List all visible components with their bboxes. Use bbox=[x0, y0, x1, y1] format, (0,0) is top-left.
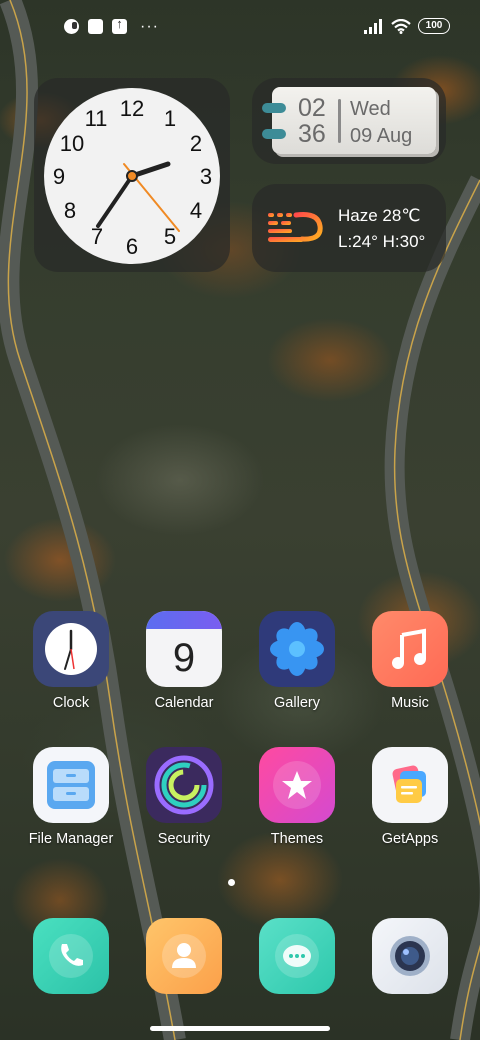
weather-temperature: 28℃ bbox=[382, 206, 421, 225]
calendar-icon: 9 bbox=[146, 611, 222, 687]
binder-ring-icon bbox=[262, 103, 286, 113]
clock-number-1: 1 bbox=[164, 106, 176, 131]
clock-number-5: 5 bbox=[164, 224, 176, 249]
clock-center bbox=[126, 170, 138, 182]
home-gesture-bar[interactable] bbox=[150, 1026, 330, 1031]
app-security[interactable]: Security bbox=[129, 747, 239, 867]
clock-icon bbox=[33, 611, 109, 687]
clock-number-2: 2 bbox=[190, 131, 202, 156]
wifi-icon bbox=[391, 18, 411, 34]
analog-clock-widget[interactable]: 12 1 2 3 4 5 6 7 8 9 10 11 bbox=[34, 78, 230, 272]
star-icon bbox=[259, 747, 335, 823]
signal-bars-icon bbox=[364, 18, 382, 34]
app-label-clock: Clock bbox=[52, 695, 90, 711]
flip-hour: 02 bbox=[298, 94, 326, 122]
clock-number-11: 11 bbox=[85, 106, 108, 131]
getapps-cards-icon bbox=[372, 747, 448, 823]
app-label-file-manager: File Manager bbox=[28, 831, 114, 847]
clock-face: 12 1 2 3 4 5 6 7 8 9 10 11 bbox=[44, 88, 220, 264]
app-getapps[interactable]: GetApps bbox=[355, 747, 465, 867]
weather-range: L:24° H:30° bbox=[338, 232, 426, 251]
flip-day: Wed bbox=[350, 98, 391, 120]
flip-divider bbox=[338, 99, 341, 143]
dock-messages[interactable] bbox=[242, 918, 352, 998]
gallery-flower-icon bbox=[259, 611, 335, 687]
app-label-security: Security bbox=[157, 831, 211, 847]
more-notifications: ··· bbox=[140, 18, 159, 35]
app-label-gallery: Gallery bbox=[274, 695, 320, 711]
flip-card: 02 36 Wed 09 Aug bbox=[272, 87, 436, 154]
weather-condition: Haze 28℃ bbox=[338, 206, 420, 226]
flip-time: 02 36 bbox=[298, 95, 326, 147]
upload-icon bbox=[112, 16, 127, 34]
clock-number-10: 10 bbox=[60, 131, 84, 156]
clock-number-6: 6 bbox=[126, 234, 138, 259]
app-music[interactable]: Music bbox=[355, 611, 465, 731]
app-calendar[interactable]: 9 Calendar bbox=[129, 611, 239, 731]
contacts-icon bbox=[146, 918, 222, 994]
binder-ring-icon bbox=[262, 129, 286, 139]
messages-icon bbox=[259, 918, 335, 994]
notification-square-icon bbox=[88, 19, 103, 34]
app-clock[interactable]: Clock bbox=[16, 611, 126, 731]
app-label-getapps: GetApps bbox=[381, 831, 439, 847]
clock-number-4: 4 bbox=[190, 198, 202, 223]
file-cabinet-icon bbox=[33, 747, 109, 823]
app-file-manager[interactable]: File Manager bbox=[16, 747, 126, 867]
clock-number-12: 12 bbox=[120, 96, 144, 121]
clock-number-7: 7 bbox=[91, 224, 103, 249]
music-note-icon bbox=[372, 611, 448, 687]
weather-condition-text: Haze bbox=[338, 206, 378, 225]
flip-minute: 36 bbox=[298, 120, 326, 148]
app-label-calendar: Calendar bbox=[154, 695, 214, 711]
phone-icon bbox=[33, 918, 109, 994]
haze-icon bbox=[268, 212, 323, 242]
page-indicator-dot bbox=[228, 879, 235, 886]
date-widget[interactable]: 02 36 Wed 09 Aug bbox=[252, 78, 446, 164]
flip-date: 09 Aug bbox=[350, 125, 413, 147]
dock-camera[interactable] bbox=[355, 918, 465, 998]
notification-app-icon bbox=[64, 19, 79, 34]
dock-contacts[interactable] bbox=[129, 918, 239, 998]
camera-icon bbox=[372, 918, 448, 994]
clock-number-3: 3 bbox=[200, 164, 212, 189]
app-label-music: Music bbox=[391, 695, 429, 711]
status-bar: ··· 100 bbox=[0, 0, 480, 56]
weather-widget[interactable]: Haze 28℃ L:24° H:30° bbox=[252, 184, 446, 272]
app-themes[interactable]: Themes bbox=[242, 747, 352, 867]
calendar-day-number: 9 bbox=[172, 636, 196, 680]
dock-phone[interactable] bbox=[16, 918, 126, 998]
clock-number-8: 8 bbox=[64, 198, 76, 223]
security-rings-icon bbox=[146, 747, 222, 823]
clock-number-9: 9 bbox=[53, 164, 65, 189]
app-label-themes: Themes bbox=[270, 831, 324, 847]
app-gallery[interactable]: Gallery bbox=[242, 611, 352, 731]
battery-indicator: 100 bbox=[418, 18, 450, 34]
